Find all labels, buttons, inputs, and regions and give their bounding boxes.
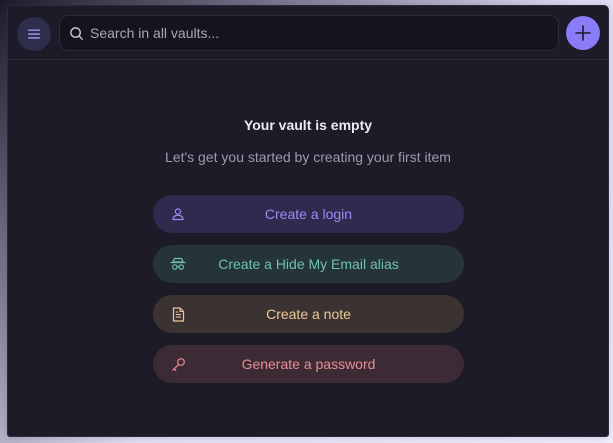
note-document-icon	[170, 306, 186, 322]
create-note-button[interactable]: Create a note	[153, 295, 464, 333]
create-alias-label: Create a Hide My Email alias	[218, 256, 399, 272]
generate-password-button[interactable]: Generate a password	[153, 345, 464, 383]
create-alias-button[interactable]: Create a Hide My Email alias	[153, 245, 464, 283]
alias-mask-icon	[170, 256, 186, 272]
empty-state-subtitle: Let's get you started by creating your f…	[165, 149, 451, 165]
menu-button[interactable]	[17, 17, 51, 51]
add-item-button[interactable]	[566, 16, 600, 50]
create-login-label: Create a login	[264, 206, 353, 222]
hamburger-menu-icon	[28, 29, 40, 39]
create-note-label: Create a note	[266, 306, 351, 322]
empty-state-title: Your vault is empty	[243, 117, 373, 133]
plus-icon	[575, 25, 591, 41]
search-icon	[70, 26, 84, 40]
generate-password-label: Generate a password	[241, 356, 376, 372]
user-icon	[170, 206, 186, 222]
header-bar	[8, 6, 608, 60]
search-input[interactable]	[90, 25, 530, 41]
vault-popup-window: Your vault is empty Let's get you starte…	[7, 5, 609, 437]
create-login-button[interactable]: Create a login	[153, 195, 464, 233]
search-box[interactable]	[59, 15, 559, 51]
key-icon	[170, 356, 186, 372]
